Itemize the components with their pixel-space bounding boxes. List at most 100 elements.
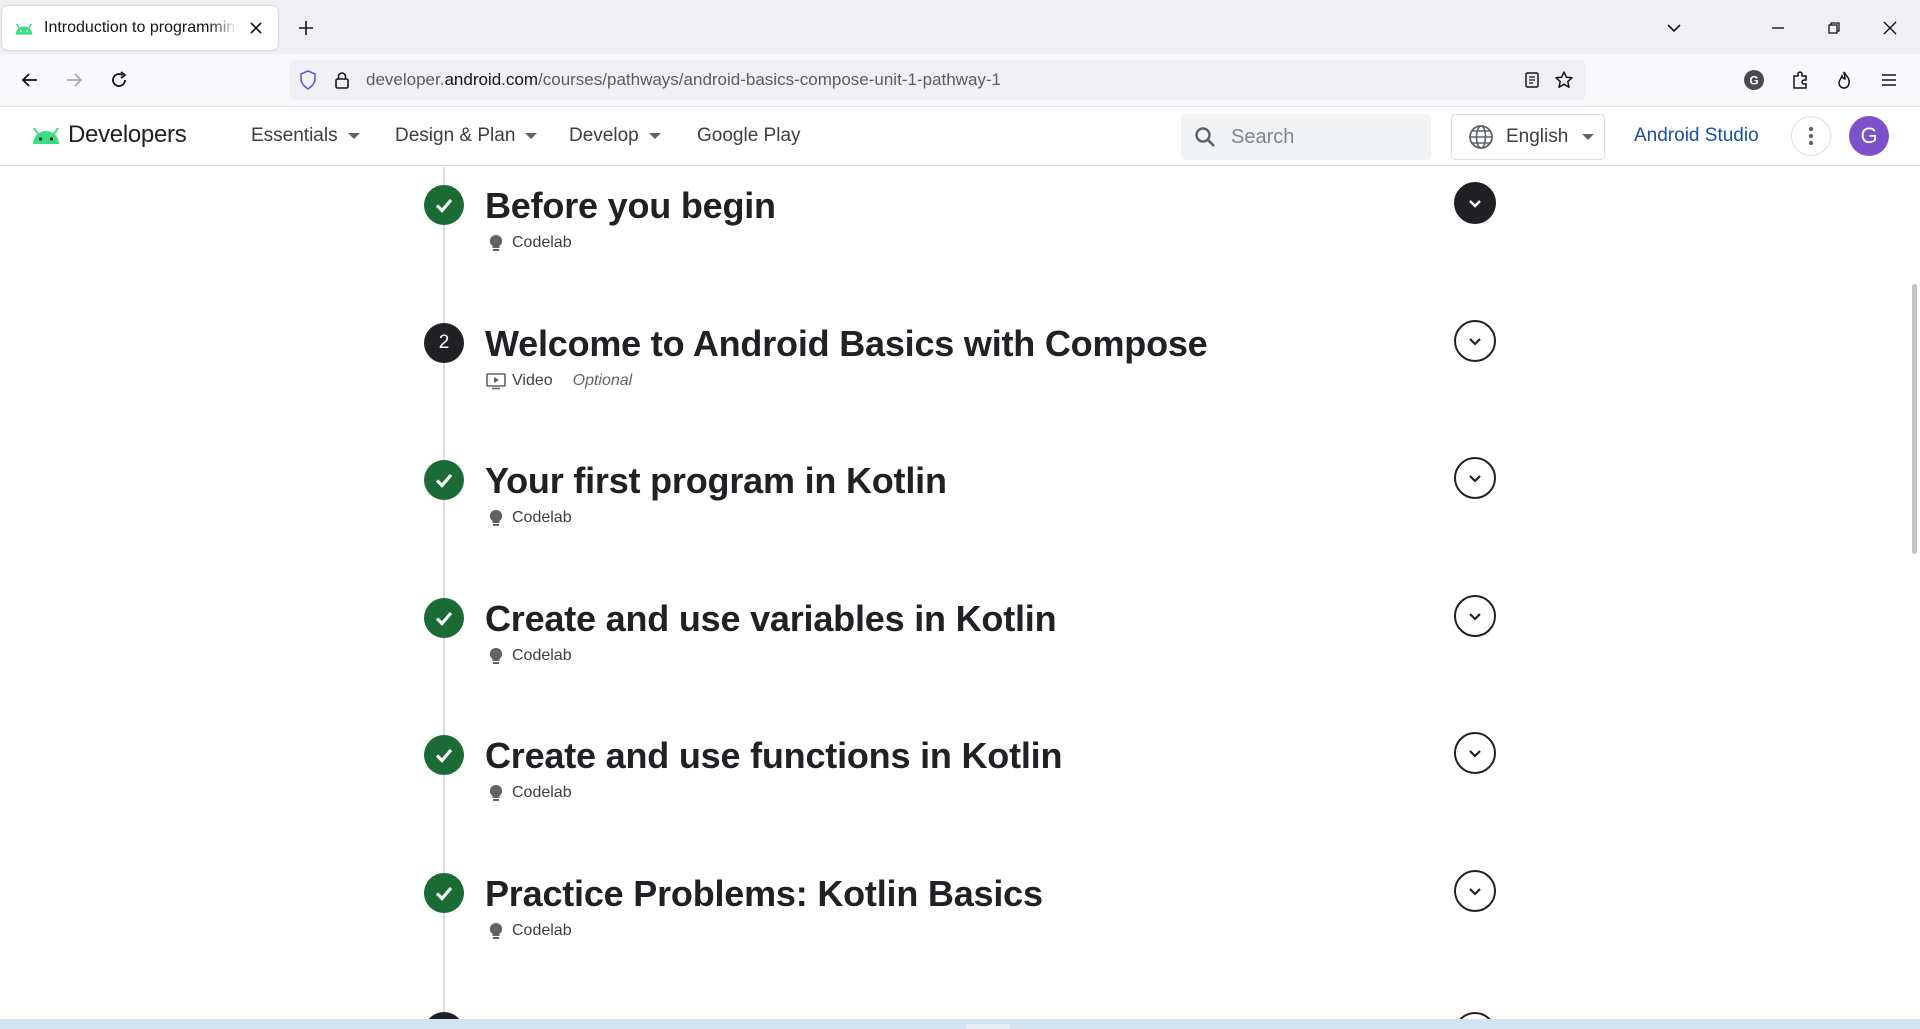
status-strip-handle	[966, 1024, 1010, 1029]
lock-icon[interactable]	[330, 68, 354, 92]
step-meta: Codelab	[486, 646, 572, 666]
close-window-icon[interactable]	[1870, 8, 1910, 48]
step-type: Codelab	[512, 647, 572, 664]
language-select[interactable]: English	[1451, 114, 1605, 160]
avatar[interactable]: G	[1849, 116, 1889, 156]
back-button[interactable]	[12, 62, 48, 98]
android-favicon-icon	[15, 23, 33, 35]
reader-view-icon[interactable]	[1520, 68, 1544, 92]
completed-check-icon	[424, 873, 464, 913]
menu-essentials[interactable]: Essentials	[251, 125, 360, 147]
bookmark-star-icon[interactable]	[1552, 68, 1576, 92]
step-number: 2	[424, 323, 464, 363]
menu-label: Design & Plan	[395, 125, 516, 146]
developers-logo[interactable]: Developers	[30, 121, 187, 149]
video-icon	[486, 371, 506, 391]
android-logo-icon	[33, 127, 59, 144]
caret-down-icon	[525, 133, 538, 139]
url-text: developer.android.com/courses/pathways/a…	[366, 70, 1002, 89]
search-placeholder: Search	[1231, 125, 1295, 148]
restore-icon[interactable]	[1814, 8, 1854, 48]
step-title[interactable]: Practice Problems: Kotlin Basics	[485, 873, 1043, 915]
browser-tab[interactable]: Introduction to programming in Kotlin	[2, 6, 278, 50]
next-step-expand-button[interactable]	[1454, 1012, 1496, 1019]
expand-step-button[interactable]	[1454, 870, 1496, 912]
step-meta: Video Optional	[486, 371, 632, 391]
app-menu-icon[interactable]	[1871, 62, 1907, 98]
extensions-icon[interactable]	[1782, 62, 1818, 98]
globe-icon	[1469, 125, 1493, 149]
chevron-down-icon	[1469, 200, 1481, 208]
step-type: Codelab	[512, 922, 572, 939]
pathway-content: Before you begin Codelab 2 Welcome to An…	[0, 167, 1920, 1019]
close-tab-icon[interactable]	[244, 16, 268, 40]
lightbulb-icon	[486, 783, 506, 803]
grammarly-extension-icon[interactable]: G	[1736, 62, 1772, 98]
expand-step-button[interactable]	[1454, 320, 1496, 362]
pathway-step: Your first program in Kotlin Codelab	[0, 457, 1920, 570]
chevron-down-icon	[1469, 475, 1481, 483]
new-tab-button[interactable]	[290, 12, 322, 44]
step-meta: Codelab	[486, 508, 572, 528]
browser-tab-strip: Introduction to programming in Kotlin	[0, 0, 1920, 54]
chevron-down-icon	[1469, 888, 1481, 896]
menu-label: Essentials	[251, 125, 338, 146]
status-strip	[0, 1019, 1920, 1029]
browser-nav-bar: developer.android.com/courses/pathways/a…	[0, 54, 1920, 107]
step-title[interactable]: Create and use variables in Kotlin	[485, 598, 1057, 640]
android-studio-link[interactable]: Android Studio	[1634, 125, 1759, 147]
shield-icon[interactable]	[296, 68, 320, 92]
list-all-tabs-icon[interactable]	[1654, 8, 1694, 48]
step-type: Video	[512, 372, 553, 389]
firefox-view-icon[interactable]	[1826, 62, 1862, 98]
minimize-icon[interactable]	[1758, 8, 1798, 48]
pathway-step: 2 Welcome to Android Basics with Compose…	[0, 320, 1920, 433]
lightbulb-icon	[486, 921, 506, 941]
site-header: Developers Essentials Design & Plan Deve…	[0, 107, 1920, 166]
expand-step-button[interactable]	[1454, 457, 1496, 499]
chevron-down-icon	[1469, 750, 1481, 758]
step-type: Codelab	[512, 509, 572, 526]
page-scrollbar[interactable]	[1912, 284, 1917, 554]
lightbulb-icon	[486, 508, 506, 528]
menu-label: Develop	[569, 125, 639, 146]
pathway-step: Practice Problems: Kotlin Basics Codelab	[0, 870, 1920, 983]
tab-title: Introduction to programming in Kotlin	[44, 19, 238, 36]
step-title[interactable]: Your first program in Kotlin	[485, 460, 947, 502]
completed-check-icon	[424, 598, 464, 638]
chevron-down-icon	[1469, 613, 1481, 621]
expand-step-button[interactable]	[1454, 732, 1496, 774]
menu-google-play[interactable]: Google Play	[697, 125, 801, 147]
step-type: Codelab	[512, 234, 572, 251]
search-input[interactable]: Search	[1181, 114, 1431, 160]
step-meta: Codelab	[486, 233, 572, 253]
next-step-marker	[424, 1012, 464, 1019]
reload-button[interactable]	[101, 62, 137, 98]
svg-text:G: G	[1749, 74, 1758, 88]
caret-down-icon	[648, 133, 661, 139]
caret-down-icon	[347, 133, 360, 139]
search-icon	[1195, 127, 1215, 147]
menu-develop[interactable]: Develop	[569, 125, 661, 147]
pathway-step: Create and use variables in Kotlin Codel…	[0, 595, 1920, 708]
caret-down-icon	[1582, 134, 1595, 140]
pathway-step: Before you begin Codelab	[0, 182, 1920, 295]
pathway-step: Create and use functions in Kotlin Codel…	[0, 732, 1920, 845]
more-options-button[interactable]	[1791, 116, 1831, 156]
step-title[interactable]: Welcome to Android Basics with Compose	[485, 323, 1208, 365]
step-type: Codelab	[512, 784, 572, 801]
chevron-down-icon	[1469, 338, 1481, 346]
forward-button[interactable]	[56, 62, 92, 98]
lightbulb-icon	[486, 646, 506, 666]
step-meta: Codelab	[486, 783, 572, 803]
menu-design-plan[interactable]: Design & Plan	[395, 125, 538, 147]
address-bar[interactable]: developer.android.com/courses/pathways/a…	[290, 60, 1586, 100]
completed-check-icon	[424, 735, 464, 775]
menu-label: Google Play	[697, 125, 801, 146]
collapse-step-button[interactable]	[1454, 182, 1496, 224]
step-title[interactable]: Create and use functions in Kotlin	[485, 735, 1062, 777]
step-title[interactable]: Before you begin	[485, 185, 776, 227]
completed-check-icon	[424, 185, 464, 225]
expand-step-button[interactable]	[1454, 595, 1496, 637]
more-vert-icon	[1808, 126, 1814, 146]
